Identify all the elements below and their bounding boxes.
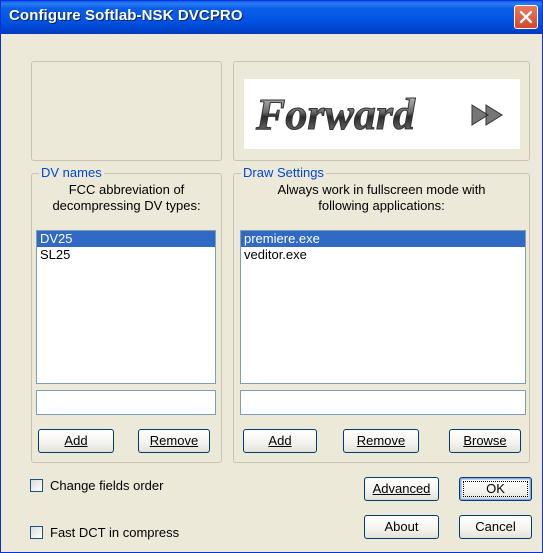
cancel-button[interactable]: Cancel <box>459 515 532 539</box>
fast-dct-row[interactable]: Fast DCT in compress <box>30 525 230 542</box>
applications-listbox[interactable]: premiere.exe veditor.exe <box>240 230 526 384</box>
list-item[interactable]: SL25 <box>37 247 215 263</box>
svg-text:Forward: Forward <box>255 90 416 139</box>
fast-dct-label[interactable]: Fast DCT in compress <box>50 525 179 540</box>
title-bar[interactable]: Configure Softlab-NSK DVCPRO <box>1 1 542 34</box>
dv-add-button[interactable]: Add <box>38 429 114 453</box>
dv-type-input[interactable] <box>36 390 216 415</box>
draw-settings-caption: Always work in fullscreen mode with foll… <box>277 182 486 213</box>
close-icon <box>519 10 533 24</box>
forward-logo: Forward <box>244 79 520 149</box>
dv-names-caption: FCC abbreviation of decompressing DV typ… <box>52 182 201 213</box>
empty-group <box>31 61 222 161</box>
list-item[interactable]: veditor.exe <box>241 247 525 263</box>
list-item[interactable]: DV25 <box>37 231 215 247</box>
focus-rect <box>463 481 528 497</box>
dv-names-legend: DV names <box>39 165 104 181</box>
draw-add-button[interactable]: Add <box>243 429 317 453</box>
change-fields-order-checkbox[interactable] <box>30 479 43 492</box>
dv-types-listbox[interactable]: DV25 SL25 <box>36 230 216 384</box>
browse-button[interactable]: Browse <box>449 429 521 453</box>
window-title: Configure Softlab-NSK DVCPRO <box>9 7 243 24</box>
advanced-button[interactable]: Advanced <box>364 477 439 501</box>
fast-dct-checkbox[interactable] <box>30 526 43 539</box>
draw-settings-legend: Draw Settings <box>241 165 326 181</box>
ok-button[interactable]: OK <box>459 477 532 501</box>
dialog-window: Configure Softlab-NSK DVCPRO Forward DV … <box>0 0 543 553</box>
list-item[interactable]: premiere.exe <box>241 231 525 247</box>
change-fields-order-row[interactable]: Change fields order <box>30 478 230 495</box>
application-input[interactable] <box>240 390 526 415</box>
change-fields-order-label[interactable]: Change fields order <box>50 478 163 493</box>
about-button[interactable]: About <box>364 515 439 539</box>
draw-remove-button[interactable]: Remove <box>343 429 419 453</box>
close-button[interactable] <box>514 5 538 29</box>
dv-remove-button[interactable]: Remove <box>138 429 210 453</box>
